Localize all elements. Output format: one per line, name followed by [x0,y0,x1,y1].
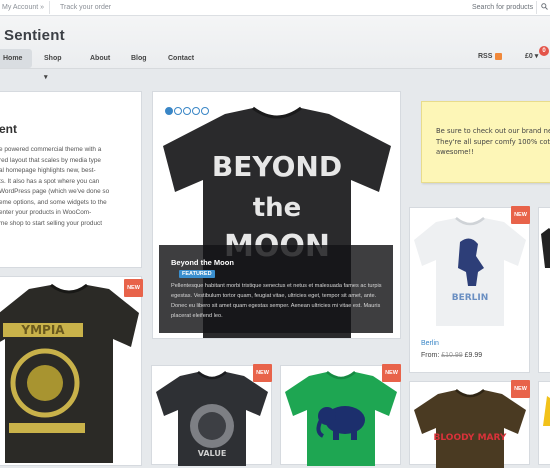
nav-home[interactable]: Home [0,49,32,68]
welcome-heading: ent [0,122,17,136]
new-badge: NEW [511,206,530,224]
nav-contact[interactable]: Contact [168,49,194,68]
shirt-print-line-2: the [253,193,302,223]
shirt-print: VALUE [198,449,227,458]
product-image[interactable] [543,396,550,426]
product-card[interactable] [538,207,550,373]
product-name[interactable]: Berlin [421,340,439,347]
product-card[interactable]: BLOODY MARY NEW [409,380,530,468]
divider [536,1,537,14]
welcome-panel: ent e powered commercial theme with a re… [0,91,142,268]
search-input[interactable]: Search for products [472,4,533,11]
bloody-mary-shirt-image[interactable]: BLOODY MARY [414,388,526,468]
cart-button[interactable]: £0 ▾ [525,52,538,62]
nav-about[interactable]: About [90,49,110,68]
cart-count-badge: 0 [539,46,549,56]
shirt-print: BERLIN [452,293,489,303]
sticky-note: Be sure to check out our brand new They'… [421,101,550,183]
slide-title[interactable]: Beyond the Moon [171,258,234,267]
rss-link[interactable]: RSS [478,52,503,62]
olympia-shirt-image[interactable]: YMPIA [0,283,139,463]
product-card[interactable]: BERLIN NEW Berlin From: £10.99 £9.99 [409,206,530,373]
product-card[interactable]: YMPIA NEW [0,276,143,466]
search-icon[interactable] [541,3,548,10]
rss-label: RSS [478,53,493,60]
product-card[interactable] [538,381,550,465]
berlin-shirt-image[interactable]: BERLIN [414,216,526,326]
top-bar: My Account » Track your order Search for… [0,0,550,16]
old-price: £10.99 [441,352,463,359]
featured-badge: FEATURED [179,270,215,278]
price-prefix: From: [421,352,440,359]
sale-price: £9.99 [464,352,483,359]
new-badge: NEW [382,364,401,382]
my-account-link[interactable]: My Account » [2,4,44,11]
new-badge: NEW [124,279,143,297]
grateful-dead-shirt-image[interactable]: VALUE [156,370,268,466]
nav-blog[interactable]: Blog [131,49,147,68]
nav-shop[interactable]: Shop ▾ [44,49,62,81]
product-price: From: £10.99 £9.99 [421,352,482,359]
elephant-shirt-image[interactable] [285,370,397,466]
site-header: Sentient Home Shop ▾ About Blog Contact … [0,16,550,81]
slide-caption: Beyond the Moon FEATURED Pellentesque ha… [159,245,393,333]
slide-description: Pellentesque habitant morbi tristique se… [171,283,382,319]
product-card[interactable]: NEW [280,364,401,466]
product-card[interactable]: VALUE NEW [151,364,272,466]
divider [49,1,50,14]
product-image[interactable] [541,228,550,268]
shirt-print: YMPIA [20,323,65,337]
shirt-print: BLOODY MARY [434,433,507,443]
site-logo[interactable]: Sentient [4,27,65,44]
new-badge: NEW [253,364,272,382]
track-order-link[interactable]: Track your order [60,4,111,11]
rss-icon [495,52,503,60]
new-badge: NEW [511,380,530,398]
featured-slider: BEYOND the MOON Beyond the Moon FEATURED… [152,91,401,339]
note-text: Be sure to check out our brand new They'… [436,127,550,156]
welcome-text: e powered commercial theme with a red la… [0,146,110,227]
shirt-print-line-1: BEYOND [212,150,342,183]
